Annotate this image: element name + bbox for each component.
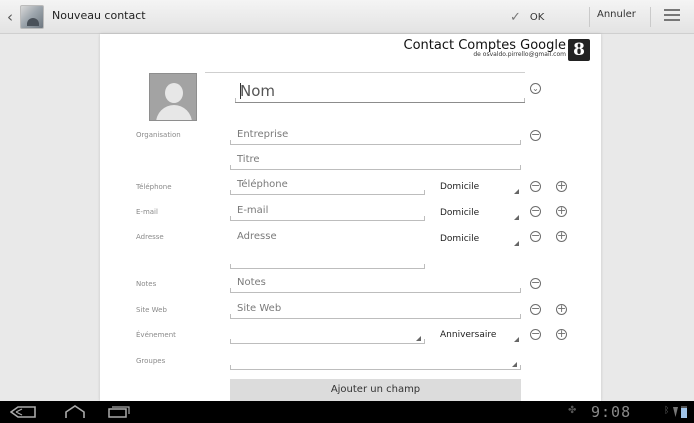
- event-type-select[interactable]: Anniversaire: [435, 327, 521, 345]
- google-logo-icon: 8: [568, 39, 590, 61]
- website-input[interactable]: Site Web: [230, 301, 521, 319]
- usb-icon: ✤: [568, 405, 577, 416]
- nav-back-icon[interactable]: [10, 406, 36, 418]
- company-placeholder: Entreprise: [237, 129, 289, 140]
- battery-icon: [681, 406, 687, 418]
- nav-recent-apps-icon[interactable]: [108, 406, 130, 418]
- add-email-icon[interactable]: +: [556, 205, 567, 217]
- email-type-value: Domicile: [440, 208, 480, 218]
- label-site-web: Site Web: [136, 306, 167, 314]
- remove-organisation-icon[interactable]: −: [530, 129, 541, 141]
- ok-button[interactable]: ✓ OK: [510, 7, 544, 27]
- system-bar: ✤ 9:08 ᛒ: [0, 401, 694, 423]
- dropdown-arrow-icon: [514, 215, 519, 220]
- dropdown-arrow-icon: [514, 241, 519, 246]
- label-groupes: Groupes: [136, 357, 166, 365]
- address-type-select[interactable]: Domicile: [435, 231, 521, 249]
- account-header: Contact Comptes Google de osvaldo.pirrel…: [404, 38, 567, 58]
- phone-type-value: Domicile: [440, 182, 480, 192]
- header-divider: [205, 72, 525, 73]
- event-type-value: Anniversaire: [440, 330, 497, 340]
- ok-label: OK: [529, 11, 545, 23]
- remove-website-icon[interactable]: −: [530, 303, 541, 315]
- contact-photo[interactable]: [149, 73, 197, 121]
- dropdown-arrow-icon: [512, 362, 517, 367]
- contacts-app-icon[interactable]: [20, 5, 44, 29]
- email-type-select[interactable]: Domicile: [435, 205, 521, 223]
- nav-home-icon[interactable]: [64, 405, 86, 419]
- label-notes: Notes: [136, 280, 157, 288]
- contact-editor: Contact Comptes Google de osvaldo.pirrel…: [100, 34, 601, 401]
- divider: [589, 7, 590, 27]
- cancel-button[interactable]: Annuler: [597, 9, 636, 20]
- remove-phone-icon[interactable]: −: [530, 180, 541, 192]
- text-caret: [240, 83, 241, 99]
- add-field-button[interactable]: Ajouter un champ: [230, 379, 521, 401]
- remove-notes-icon[interactable]: −: [530, 277, 541, 289]
- phone-input[interactable]: Téléphone: [230, 177, 425, 195]
- page-title: Nouveau contact: [52, 9, 146, 22]
- remove-event-icon[interactable]: −: [530, 328, 541, 340]
- add-address-icon[interactable]: +: [556, 230, 567, 242]
- website-placeholder: Site Web: [237, 303, 282, 314]
- phone-placeholder: Téléphone: [237, 179, 288, 190]
- signal-icon: [673, 407, 678, 417]
- phone-type-select[interactable]: Domicile: [435, 179, 521, 197]
- address-type-value: Domicile: [440, 234, 480, 244]
- bluetooth-icon: ᛒ: [664, 406, 670, 416]
- label-adresse: Adresse: [136, 233, 164, 241]
- expand-name-icon[interactable]: ⌄: [530, 83, 541, 94]
- notes-input[interactable]: Notes: [230, 275, 521, 293]
- groups-select[interactable]: [230, 352, 521, 370]
- notes-placeholder: Notes: [237, 277, 266, 288]
- remove-email-icon[interactable]: −: [530, 205, 541, 217]
- action-bar: ‹ Nouveau contact ✓ OK Annuler: [0, 0, 694, 34]
- name-input[interactable]: Nom: [235, 79, 525, 103]
- address-input[interactable]: Adresse: [230, 229, 425, 269]
- address-placeholder: Adresse: [237, 231, 277, 242]
- divider: [650, 7, 651, 27]
- add-website-icon[interactable]: +: [556, 303, 567, 315]
- email-input[interactable]: E-mail: [230, 203, 425, 221]
- add-event-icon[interactable]: +: [556, 328, 567, 340]
- email-placeholder: E-mail: [237, 205, 269, 216]
- label-organisation: Organisation: [136, 131, 181, 139]
- dropdown-arrow-icon: [514, 189, 519, 194]
- name-placeholder: Nom: [240, 82, 276, 100]
- dropdown-arrow-icon: [514, 337, 519, 342]
- company-input[interactable]: Entreprise: [230, 127, 521, 145]
- dropdown-arrow-icon: [416, 336, 421, 341]
- remove-address-icon[interactable]: −: [530, 230, 541, 242]
- overflow-menu-icon[interactable]: [664, 9, 680, 25]
- clock: 9:08: [591, 403, 632, 421]
- label-telephone: Téléphone: [136, 183, 172, 191]
- label-email: E-mail: [136, 208, 158, 216]
- add-phone-icon[interactable]: +: [556, 180, 567, 192]
- title-placeholder: Titre: [237, 154, 260, 165]
- title-input[interactable]: Titre: [230, 152, 521, 170]
- event-date-picker[interactable]: [230, 326, 425, 344]
- label-evenement: Événement: [136, 331, 176, 339]
- back-chevron-icon[interactable]: ‹: [3, 7, 17, 27]
- checkmark-icon: ✓: [510, 9, 521, 25]
